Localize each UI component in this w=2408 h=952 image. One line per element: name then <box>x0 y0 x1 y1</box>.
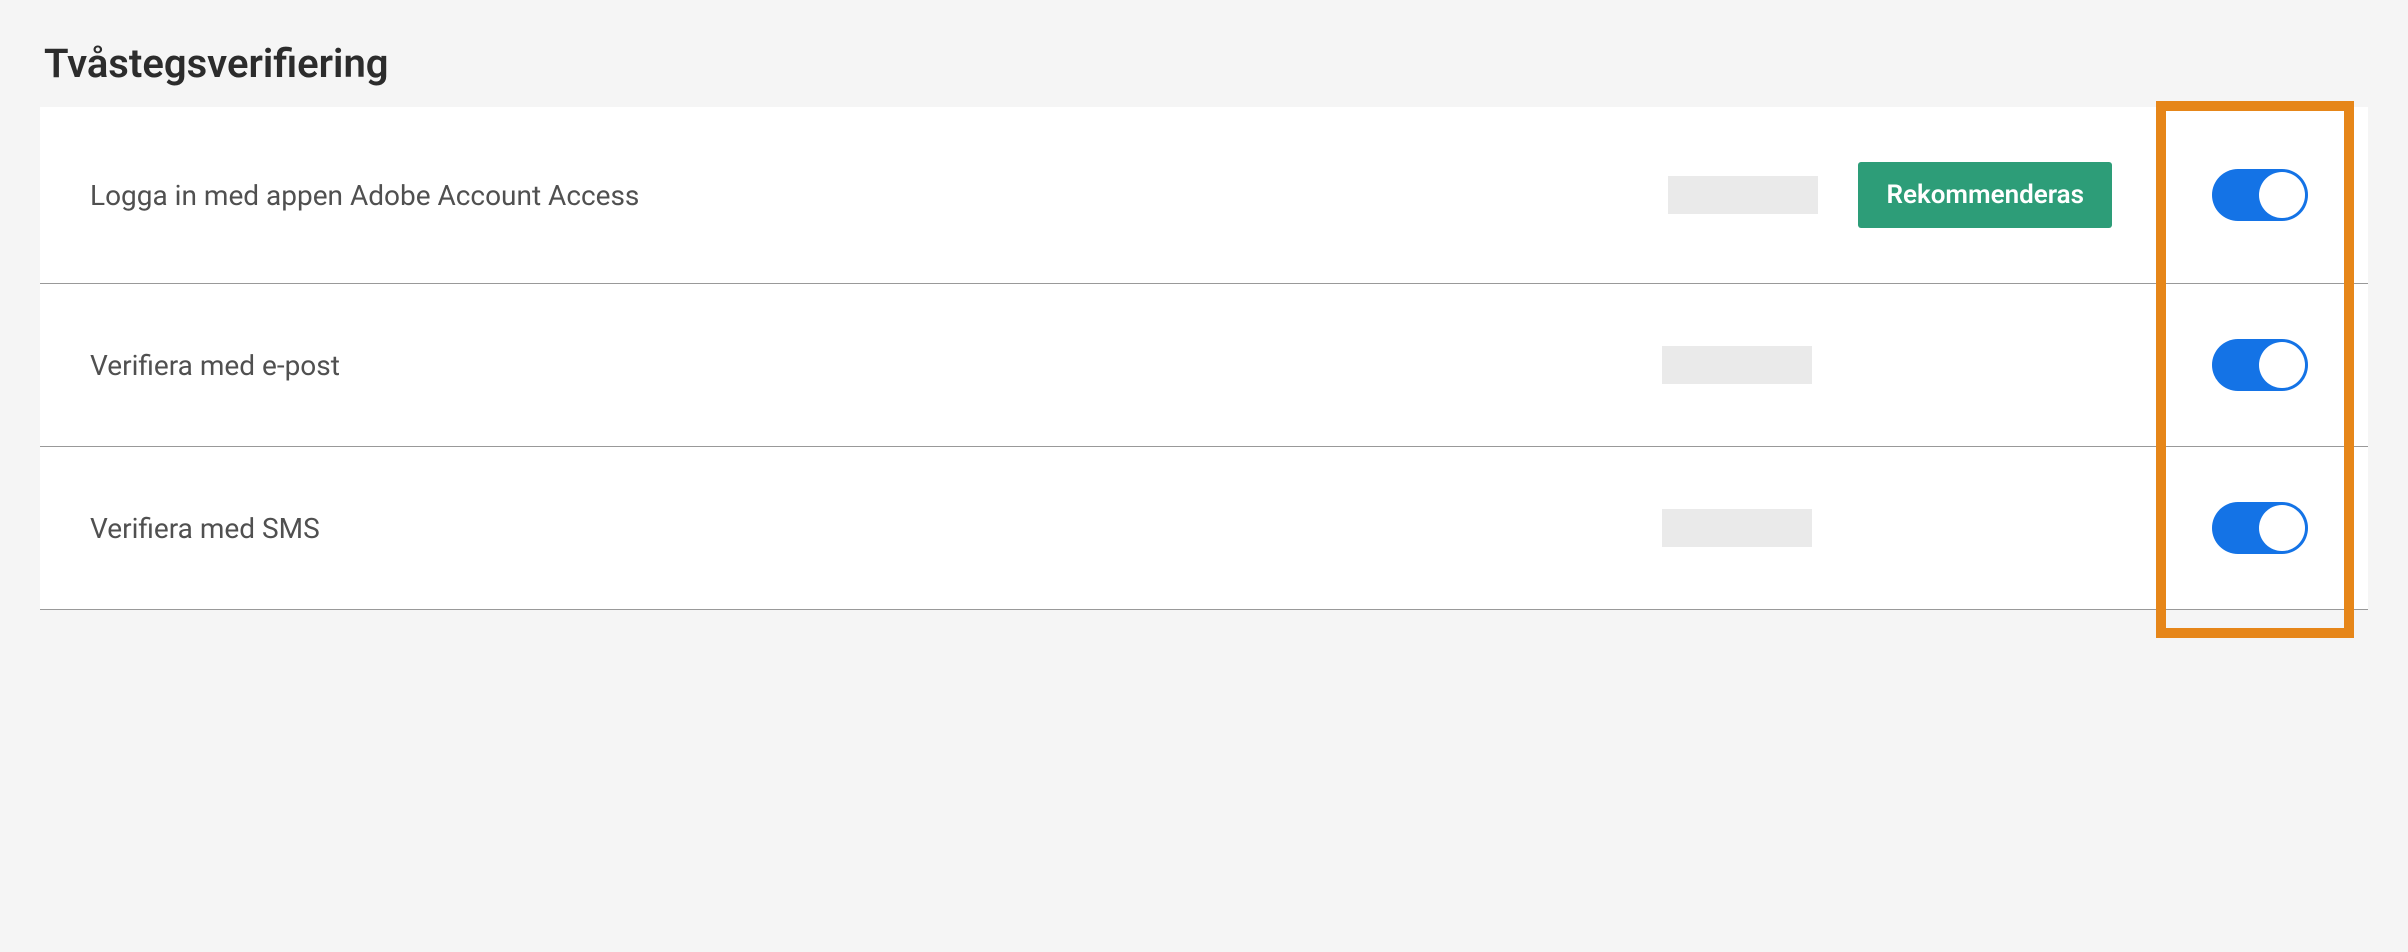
setting-label: Verifiera med SMS <box>90 512 1662 545</box>
setting-row-adobe-app: Logga in med appen Adobe Account Access … <box>40 107 2368 284</box>
setting-row-email: Verifiera med e-post <box>40 284 2368 447</box>
settings-panel: Logga in med appen Adobe Account Access … <box>40 107 2368 610</box>
recommended-badge: Rekommenderas <box>1858 162 2112 228</box>
section-title: Tvåstegsverifiering <box>40 40 2368 87</box>
placeholder-block <box>1668 176 1818 214</box>
setting-label: Logga in med appen Adobe Account Access <box>90 179 1668 212</box>
toggle-adobe-app[interactable] <box>2212 169 2308 221</box>
toggle-email[interactable] <box>2212 339 2308 391</box>
setting-label: Verifiera med e-post <box>90 349 1662 382</box>
toggle-sms[interactable] <box>2212 502 2308 554</box>
placeholder-block <box>1662 346 1812 384</box>
placeholder-block <box>1662 509 1812 547</box>
setting-row-sms: Verifiera med SMS <box>40 447 2368 610</box>
